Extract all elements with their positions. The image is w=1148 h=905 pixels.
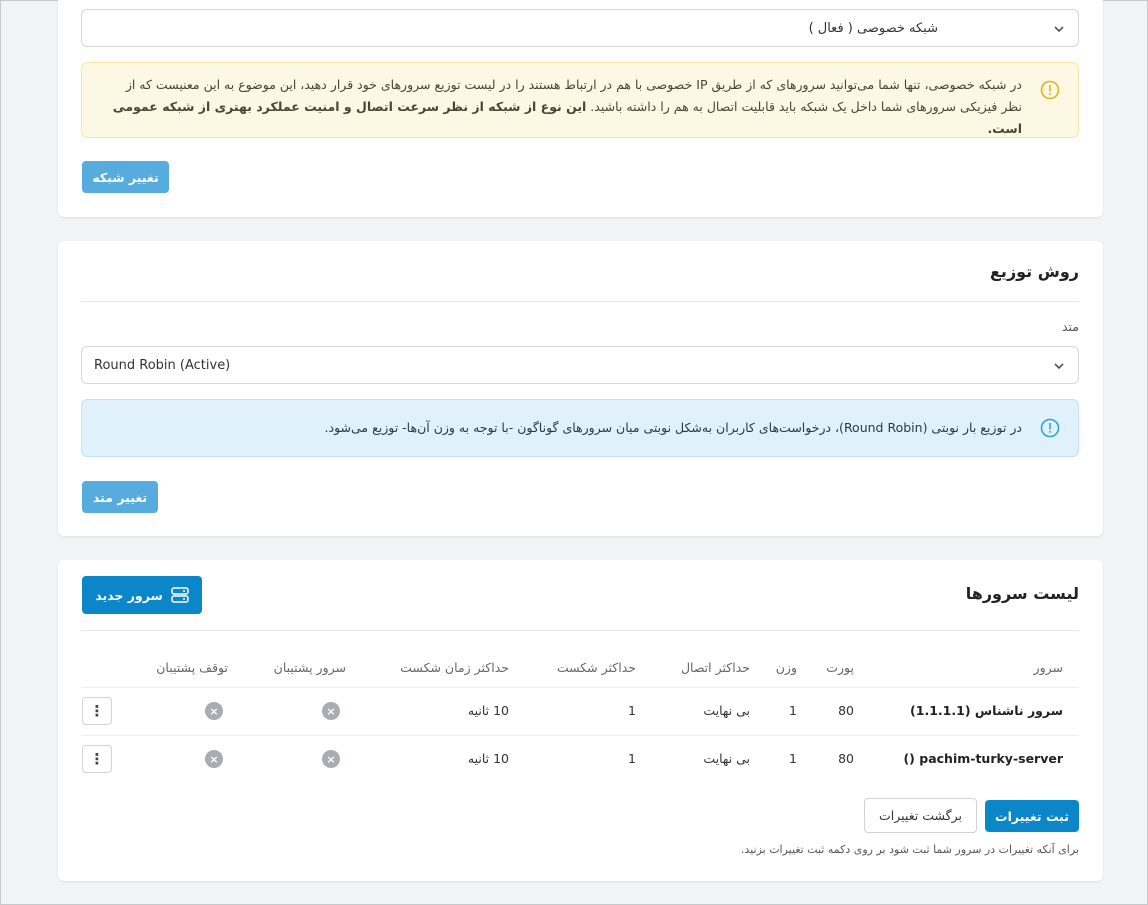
distribution-card: روش توزیع متد Round Robin (Active) در تو… (58, 241, 1103, 536)
method-select[interactable]: Round Robin (Active) (81, 346, 1079, 384)
server-port: 80 (838, 751, 854, 766)
server-weight: 1 (789, 703, 797, 718)
server-icon (171, 587, 189, 603)
backup-disabled-icon: × (322, 702, 340, 720)
col-backup-server: سرور پشتیبان (273, 660, 346, 675)
server-max-connection: بی نهایت (703, 751, 750, 766)
col-server: سرور (1033, 660, 1063, 675)
backup-disabled-icon: × (322, 750, 340, 768)
save-changes-button[interactable]: ثبت تغییرات (985, 800, 1079, 832)
server-max-fail: 1 (628, 703, 636, 718)
row-divider (81, 687, 1079, 688)
divider (81, 630, 1079, 631)
col-backup-stop: توقف پشتیبان (156, 660, 228, 675)
server-weight: 1 (789, 751, 797, 766)
method-label: متد (1061, 319, 1079, 334)
distribution-title: روش توزیع (990, 262, 1079, 281)
warning-icon (1040, 80, 1060, 100)
change-method-button[interactable]: تغییر متد (82, 481, 158, 513)
server-max-fail: 1 (628, 751, 636, 766)
private-network-alert: در شبکه خصوصی، تنها شما می‌توانید سرورها… (81, 62, 1079, 138)
row-menu-button[interactable]: ⋮ (82, 697, 112, 725)
change-network-button[interactable]: تغییر شبکه (82, 161, 169, 193)
method-select-value: Round Robin (Active) (94, 357, 231, 373)
col-port: پورت (826, 660, 854, 675)
network-card: شبکه خصوصی ( فعال ) در شبکه خصوصی، تنها … (58, 0, 1103, 217)
col-max-connection: حداکثر اتصال (680, 660, 750, 675)
chevron-down-icon (1054, 26, 1064, 33)
row-divider (81, 735, 1079, 736)
server-name: pachim-turky-server () (903, 751, 1063, 766)
col-fail-timeout: حداکثر زمان شکست (400, 660, 509, 675)
round-robin-alert-text: در توزیع بار نوبتی (Round Robin)، درخواس… (324, 420, 1022, 435)
info-icon (1040, 418, 1060, 438)
revert-changes-button[interactable]: برگشت تغییرات (864, 798, 977, 833)
server-name: سرور ناشناس (1.1.1.1) (910, 703, 1063, 718)
network-select[interactable]: شبکه خصوصی ( فعال ) (81, 9, 1079, 47)
server-fail-timeout: 10 ثانیه (467, 751, 509, 766)
new-server-label: سرور جدید (95, 587, 163, 603)
backup-stop-disabled-icon: × (205, 702, 223, 720)
save-hint-text: برای آنکه تغییرات در سرور شما ثبت شود بر… (740, 843, 1079, 856)
server-fail-timeout: 10 ثانیه (467, 703, 509, 718)
divider (81, 301, 1079, 302)
servers-title: لیست سرورها (965, 584, 1079, 603)
network-select-value: شبکه خصوصی ( فعال ) (808, 20, 938, 36)
round-robin-alert: در توزیع بار نوبتی (Round Robin)، درخواس… (81, 399, 1079, 457)
col-max-fail: حداکثر شکست (556, 660, 636, 675)
new-server-button[interactable]: سرور جدید (82, 576, 202, 614)
chevron-down-icon (1054, 363, 1064, 370)
backup-stop-disabled-icon: × (205, 750, 223, 768)
server-port: 80 (838, 703, 854, 718)
servers-card: لیست سرورها سرور جدید سرور پورت وزن حداک… (58, 560, 1103, 881)
col-weight: وزن (775, 660, 797, 675)
row-menu-button[interactable]: ⋮ (82, 745, 112, 773)
server-max-connection: بی نهایت (703, 703, 750, 718)
